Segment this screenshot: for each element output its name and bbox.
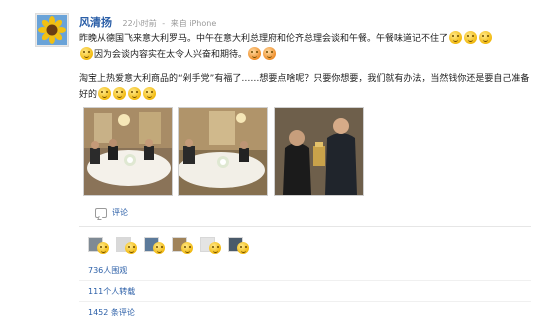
laughing-emoji-icon	[143, 87, 157, 100]
laughing-emoji-icon	[237, 242, 249, 254]
dinner-table-photo-2[interactable]	[178, 107, 268, 196]
laughing-emoji-icon	[98, 87, 112, 100]
comment-label[interactable]: 评论	[112, 207, 128, 218]
laughing-emoji-icon	[128, 87, 142, 100]
post-text-segment: 因为会谈内容实在太令人兴奋和期待。	[94, 50, 248, 60]
laughing-emoji-icon	[113, 87, 127, 100]
reactor-avatar[interactable]	[116, 237, 137, 254]
reposts-count[interactable]: 111个人转载	[88, 286, 135, 297]
laughing-emoji-icon	[479, 31, 493, 44]
post-text-line-4: 好的	[79, 87, 157, 102]
handshake-photo[interactable]	[274, 107, 364, 196]
post-header: 风清扬 22小时前 - 来自 iPhone	[79, 14, 216, 30]
reactor-avatar[interactable]	[200, 237, 221, 254]
post-text-line-1: 昨晚从德国飞来意大利罗马。中午在意大利总理府和伦齐总理会谈和午餐。午餐味道记不住…	[79, 31, 493, 46]
reactor-avatar[interactable]	[88, 237, 109, 254]
reactor-avatar[interactable]	[228, 237, 249, 254]
crying-emoji-icon	[248, 47, 262, 60]
laughing-emoji-icon	[464, 31, 478, 44]
post-text-line-2: 因为会谈内容实在太令人兴奋和期待。	[79, 47, 277, 62]
laughing-emoji-icon	[97, 242, 109, 254]
post-time[interactable]: 22小时前	[123, 19, 157, 28]
post-source[interactable]: 来自 iPhone	[171, 19, 217, 28]
laughing-emoji-icon	[80, 47, 93, 60]
laughing-emoji-icon	[125, 242, 137, 254]
laughing-emoji-icon	[209, 242, 221, 254]
laughing-emoji-icon	[153, 242, 165, 254]
laughing-emoji-icon	[449, 31, 463, 44]
handshake-photo-image	[275, 108, 363, 195]
reactor-avatar[interactable]	[172, 237, 193, 254]
divider	[79, 226, 531, 227]
crying-emoji-icon	[263, 47, 277, 60]
post-text-line-3: 淘宝上热爱意大利商品的“剁手党”有福了……想要点啥呢？只要你想要，我们就有办法，…	[79, 72, 529, 86]
comment-action[interactable]: 评论	[95, 207, 128, 218]
dinner-photo-image	[179, 108, 267, 195]
post-text-segment: 淘宝上热爱意大利商品的“剁手党”有福了……想要点啥呢？只要你想要，我们就有办法，…	[79, 74, 530, 84]
avatar[interactable]	[35, 13, 69, 47]
username-link[interactable]: 风清扬	[79, 16, 112, 29]
views-count[interactable]: 736人围观	[88, 265, 127, 276]
post-text-segment: 好的	[79, 90, 98, 100]
reactor-list	[88, 237, 388, 257]
dinner-table-photo-1[interactable]	[83, 107, 173, 196]
source-separator: -	[162, 19, 166, 28]
divider	[79, 280, 531, 281]
comments-count[interactable]: 1452 条评论	[88, 307, 135, 318]
dinner-photo-image	[84, 108, 172, 195]
post-text-segment: 昨晚从德国飞来意大利罗马。中午在意大利总理府和伦齐总理会谈和午餐。午餐味道记不住…	[79, 34, 449, 44]
comment-bubble-icon	[95, 207, 107, 218]
laughing-emoji-icon	[181, 242, 193, 254]
divider	[79, 301, 531, 302]
reactor-avatar[interactable]	[144, 237, 165, 254]
sunflower-avatar-icon	[37, 15, 67, 45]
